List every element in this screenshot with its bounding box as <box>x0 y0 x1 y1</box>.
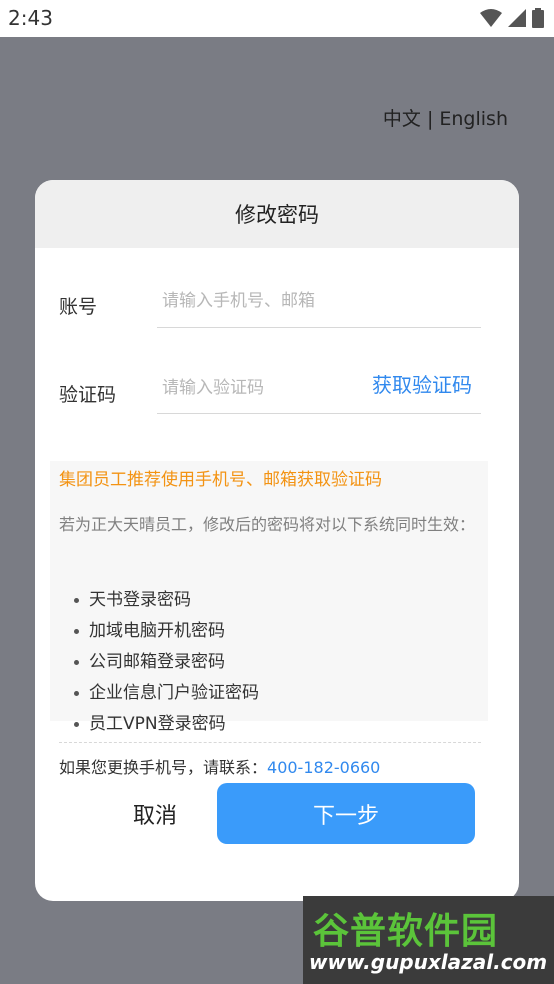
get-code-button[interactable]: 获取验证码 <box>372 369 472 398</box>
contact-info: 如果您更换手机号，请联系：400-182-0660 <box>59 754 380 778</box>
dialog-title: 修改密码 <box>235 203 319 227</box>
notice-box: 集团员工推荐使用手机号、邮箱获取验证码 若为正大天晴员工，修改后的密码将对以下系… <box>50 461 488 734</box>
wifi-icon <box>480 9 502 27</box>
code-placeholder: 请输入验证码 <box>162 378 264 398</box>
notice-warning: 集团员工推荐使用手机号、邮箱获取验证码 <box>59 470 382 490</box>
cancel-button[interactable]: 取消 <box>95 792 215 842</box>
status-icons <box>480 8 544 28</box>
list-item: 企业信息门户验证密码 <box>50 678 259 709</box>
list-item: 公司邮箱登录密码 <box>50 647 259 678</box>
code-row: 验证码 请输入验证码 获取验证码 <box>35 338 519 428</box>
status-time: 2:43 <box>8 6 53 30</box>
notice-description: 若为正大天晴员工，修改后的密码将对以下系统同时生效： <box>59 515 476 534</box>
next-button[interactable]: 下一步 <box>217 783 475 844</box>
account-placeholder: 请输入手机号、邮箱 <box>162 291 315 311</box>
signal-icon <box>508 9 526 27</box>
battery-icon <box>532 8 544 28</box>
status-bar: 2:43 <box>0 0 554 37</box>
system-list: 天书登录密码 加域电脑开机密码 公司邮箱登录密码 企业信息门户验证密码 员工VP… <box>50 585 259 740</box>
account-input[interactable]: 请输入手机号、邮箱 <box>157 248 481 328</box>
code-input[interactable]: 请输入验证码 获取验证码 <box>157 338 481 414</box>
watermark-title: 谷普软件园 <box>313 911 499 952</box>
account-row: 账号 请输入手机号、邮箱 <box>35 248 519 338</box>
change-password-dialog: 修改密码 账号 请输入手机号、邮箱 验证码 请输入验证码 获取验证码 集团员工推… <box>35 180 519 901</box>
language-switch[interactable]: 中文 | English <box>383 104 508 131</box>
divider <box>59 742 481 743</box>
list-item: 员工VPN登录密码 <box>50 709 259 740</box>
dialog-header: 修改密码 <box>35 180 519 248</box>
list-item: 天书登录密码 <box>50 585 259 616</box>
next-button-label: 下一步 <box>312 803 379 829</box>
watermark: 谷普软件园 www.gupuxlazal.com <box>303 896 554 984</box>
contact-text: 如果您更换手机号，请联系： <box>59 758 268 777</box>
watermark-url: www.gupuxlazal.com <box>309 950 548 974</box>
contact-phone-link[interactable]: 400-182-0660 <box>267 758 380 777</box>
list-item: 加域电脑开机密码 <box>50 616 259 647</box>
code-label: 验证码 <box>59 384 117 406</box>
account-label: 账号 <box>59 296 98 318</box>
